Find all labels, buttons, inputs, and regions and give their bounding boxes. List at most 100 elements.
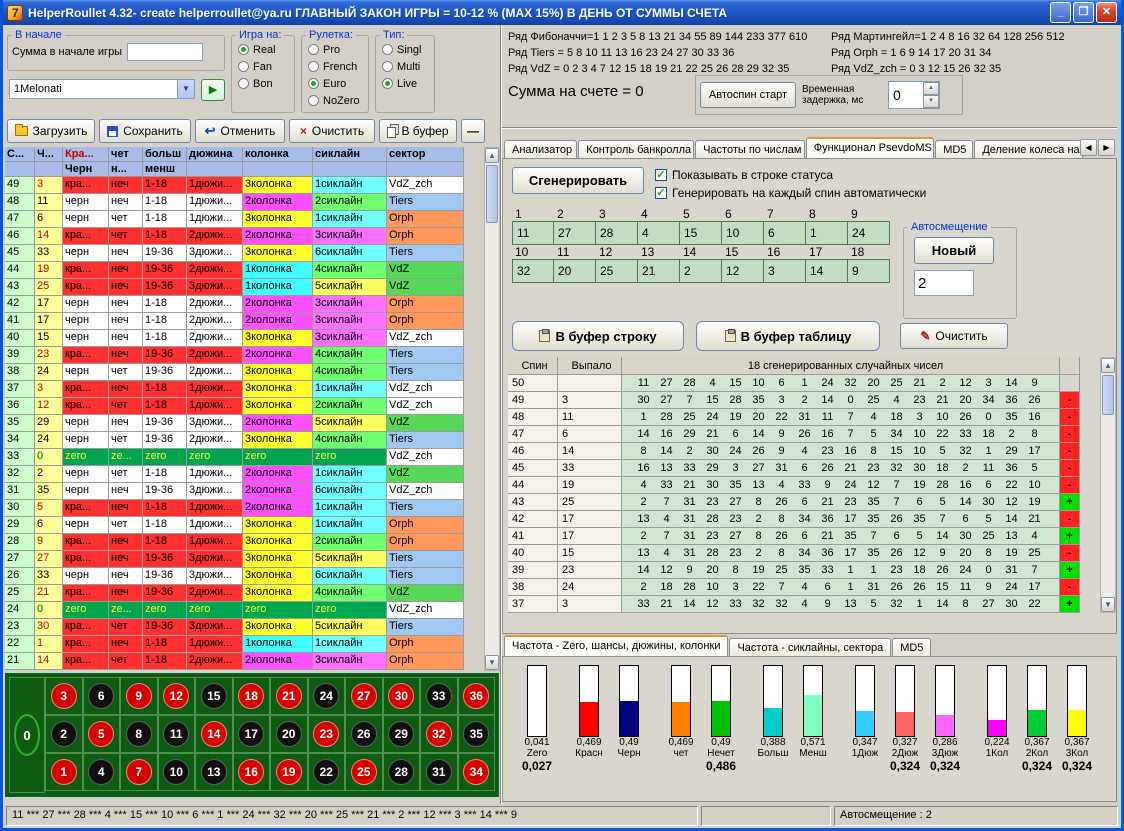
board-cell[interactable]: 6 [83,677,121,715]
board-cell[interactable]: 16 [233,753,271,791]
minimize-button[interactable]: _ [1050,2,1071,23]
radio-option-french[interactable]: French [302,58,368,75]
table-row[interactable]: 3923кра...неч19-362дюжи...2колонка4сикла… [5,347,484,364]
spin-down-icon[interactable]: ▼ [923,95,939,108]
board-number[interactable]: 25 [351,759,377,785]
board-number[interactable]: 35 [463,721,489,747]
board-number[interactable]: 21 [276,683,302,709]
table-row[interactable]: 476чернчет1-181дюжи...3колонка1сиклайнOr… [5,211,484,228]
zero-number[interactable]: 0 [14,714,40,756]
board-number[interactable]: 28 [388,759,414,785]
table-row[interactable]: 2633черннеч19-363дюжи...3колонка6сиклайн… [5,568,484,585]
board-cell[interactable]: 30 [383,677,421,715]
board-cell[interactable]: 5 [83,715,121,753]
table-row[interactable]: 4533черннеч19-363дюжи...3колонка6сиклайн… [5,245,484,262]
board-number[interactable]: 3 [51,683,77,709]
status-line-checkbox[interactable]: ✓ Показывать в строке статуса [655,166,833,183]
board-number[interactable]: 10 [163,759,189,785]
board-number[interactable]: 1 [51,759,77,785]
checkbox-check-icon[interactable]: ✓ [655,169,667,181]
table-row[interactable]: 3424чернчет19-362дюжи...3колонка4сиклайн… [5,432,484,449]
tab-scroll-left-icon[interactable]: ◀ [1080,139,1097,156]
board-cell[interactable]: 3 [45,677,83,715]
board-cell[interactable]: 22 [308,753,346,791]
table-row[interactable]: 493кра...неч1-181дюжи...3колонка1сиклайн… [5,177,484,194]
board-cell[interactable]: 23 [308,715,346,753]
radio-icon[interactable] [238,61,249,72]
buffer-table-button[interactable]: В буфер таблицу [696,321,880,351]
maximize-button[interactable]: ❐ [1073,2,1094,23]
tab-scroll-right-icon[interactable]: ▶ [1098,139,1115,156]
tab-частота-сиклайны-сектора[interactable]: Частота - сиклайны, сектора [729,638,891,657]
table-row[interactable]: 305кра...неч1-181дюжи...2колонка1сиклайн… [5,500,484,517]
tab-md5[interactable]: MD5 [935,140,973,159]
board-number[interactable]: 30 [388,683,414,709]
table-row[interactable]: 296чернчет1-181дюжи...3колонка1сиклайнOr… [5,517,484,534]
board-cell[interactable]: 4 [83,753,121,791]
board-cell[interactable]: 20 [270,715,308,753]
autospin-button[interactable]: Автоспин старт [700,82,796,108]
board-cell[interactable]: 15 [195,677,233,715]
table-row[interactable]: 221кра...неч1-181дюжи...1колонка1сиклайн… [5,636,484,653]
table-row[interactable]: 4117черннеч1-182дюжи...2колонка3сиклайнO… [5,313,484,330]
board-number[interactable]: 22 [313,759,339,785]
table-row[interactable]: 4614кра...чет1-182дюжи...2колонка3сиклай… [5,228,484,245]
board-number[interactable]: 4 [88,759,114,785]
board-number[interactable]: 32 [426,721,452,747]
board-number[interactable]: 12 [163,683,189,709]
table-row[interactable]: 322чернчет1-181дюжи...2колонка1сиклайнVd… [5,466,484,483]
radio-option-euro[interactable]: Euro [302,75,368,92]
delay-value[interactable]: 0 [889,82,923,108]
board-zero-cell[interactable]: 0 [9,677,45,793]
autogen-checkbox[interactable]: ✓ Генерировать на каждый спин автоматиче… [655,184,926,201]
board-cell[interactable]: 13 [195,753,233,791]
board-cell[interactable]: 24 [308,677,346,715]
scroll-up-icon[interactable]: ▲ [1101,358,1115,373]
radio-icon[interactable] [238,78,249,89]
board-cell[interactable]: 7 [120,753,158,791]
close-button[interactable]: ✕ [1096,2,1117,23]
radio-icon[interactable] [308,95,319,106]
table-row[interactable]: 2521кра...неч19-362дюжи...3колонка4сикла… [5,585,484,602]
table-row[interactable]: 240zeroze...zerozerozerozeroVdZ_zch [5,602,484,619]
board-cell[interactable]: 11 [158,715,196,753]
board-cell[interactable]: 28 [383,753,421,791]
clear-button[interactable]: ×Очистить [289,119,375,143]
new-offset-button[interactable]: Новый [914,237,994,264]
scrollbar-thumb[interactable] [1102,375,1114,415]
board-cell[interactable]: 26 [345,715,383,753]
scrollbar-thumb[interactable] [486,165,498,223]
table-row[interactable]: 3824чернчет19-362дюжи...3колонка4сиклайн… [5,364,484,381]
start-sum-input[interactable] [127,43,203,61]
board-cell[interactable]: 10 [158,753,196,791]
board-cell[interactable]: 32 [420,715,458,753]
table-row[interactable]: 4015черннеч1-182дюжи...3колонка3сиклайнV… [5,330,484,347]
buffer-row-button[interactable]: В буфер строку [512,321,684,351]
board-cell[interactable]: 21 [270,677,308,715]
radio-icon[interactable] [382,61,393,72]
board-cell[interactable]: 34 [458,753,496,791]
board-number[interactable]: 24 [313,683,339,709]
tab-анализатор[interactable]: Анализатор [504,140,577,159]
radio-icon[interactable] [382,78,393,89]
table-row[interactable]: 330zeroze...zerozerozerozeroVdZ_zch [5,449,484,466]
table-row[interactable]: 4419кра...неч19-362дюжи...1колонка4сикла… [5,262,484,279]
board-cell[interactable]: 35 [458,715,496,753]
radio-option-multi[interactable]: Multi [376,58,434,75]
board-cell[interactable]: 2 [45,715,83,753]
radio-option-live[interactable]: Live [376,75,434,92]
board-number[interactable]: 17 [238,721,264,747]
board-number[interactable]: 15 [201,683,227,709]
results-scrollbar[interactable]: ▲ ▼ [484,147,500,671]
board-cell[interactable]: 19 [270,753,308,791]
collapse-button[interactable]: — [461,119,485,143]
radio-icon[interactable] [308,61,319,72]
autooffset-value-input[interactable]: 2 [914,270,974,296]
table-row[interactable]: 2330кра...чет19-363дюжи...3колонка5сикла… [5,619,484,636]
board-number[interactable]: 9 [126,683,152,709]
board-number[interactable]: 19 [276,759,302,785]
board-number[interactable]: 11 [163,721,189,747]
delay-spinner[interactable]: 0 ▲ ▼ [888,81,940,109]
board-cell[interactable]: 17 [233,715,271,753]
board-cell[interactable]: 1 [45,753,83,791]
